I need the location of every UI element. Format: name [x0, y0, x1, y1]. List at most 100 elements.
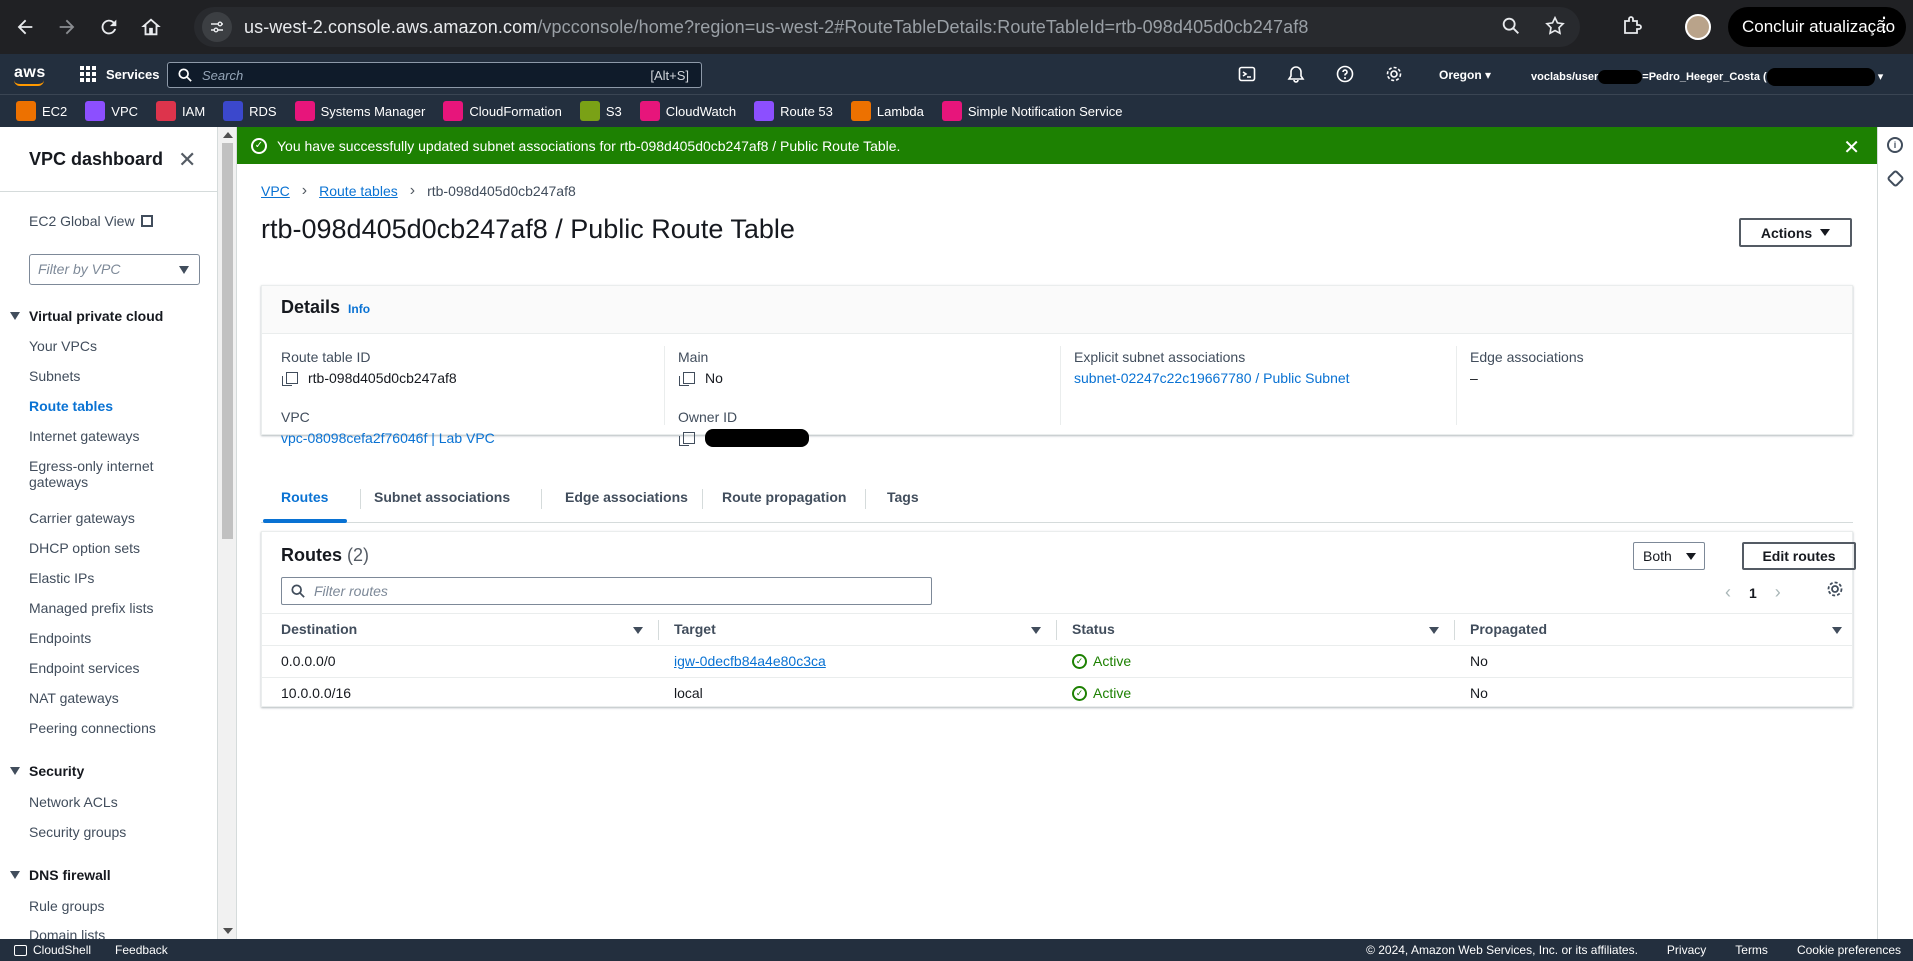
cookie-preferences-link[interactable]: Cookie preferences: [1797, 943, 1901, 957]
sidebar-item-dhcp-option-sets[interactable]: DHCP option sets: [29, 540, 140, 556]
cloudshell-icon[interactable]: [1238, 65, 1256, 83]
vpc-filter-select[interactable]: Filter by VPC: [29, 254, 200, 285]
update-button[interactable]: Concluir atualização ⋮: [1728, 7, 1906, 47]
region-selector[interactable]: Oregon ▾: [1439, 68, 1491, 82]
favorite-ec2[interactable]: EC2: [16, 101, 67, 121]
vpc-link[interactable]: vpc-08098cefa2f76046f | Lab VPC: [281, 430, 495, 446]
sidebar-item-domain-lists[interactable]: Domain lists: [29, 927, 105, 939]
scrollbar-thumb[interactable]: [222, 143, 233, 539]
cloudshell-button[interactable]: CloudShell: [14, 943, 91, 957]
sidebar-item-rule-groups[interactable]: Rule groups: [29, 898, 105, 914]
search-input[interactable]: Search [Alt+S]: [167, 62, 702, 88]
column-header-propagated[interactable]: Propagated: [1470, 621, 1547, 637]
close-icon[interactable]: ✕: [178, 147, 196, 173]
sort-icon[interactable]: [1429, 627, 1439, 634]
favorite-cloudformation[interactable]: CloudFormation: [443, 101, 562, 121]
chevron-right-icon[interactable]: ›: [1775, 582, 1781, 603]
explicit-subnet-link[interactable]: subnet-02247c22c19667780 / Public Subnet: [1074, 370, 1350, 386]
tab-subnet-associations[interactable]: Subnet associations: [374, 489, 510, 505]
sidebar-item-carrier-gateways[interactable]: Carrier gateways: [29, 510, 135, 526]
sidebar-item-internet-gateways[interactable]: Internet gateways: [29, 428, 140, 444]
info-icon[interactable]: i: [1887, 137, 1903, 153]
column-header-status[interactable]: Status: [1072, 621, 1115, 637]
address-bar[interactable]: us-west-2.console.aws.amazon.com/vpccons…: [194, 7, 1580, 47]
sidebar-item-elastic-ips[interactable]: Elastic IPs: [29, 570, 94, 586]
search-shortcut: [Alt+S]: [650, 68, 689, 83]
sort-icon[interactable]: [1832, 627, 1842, 634]
favorite-route-53[interactable]: Route 53: [754, 101, 833, 121]
route-filter-select[interactable]: Both: [1633, 542, 1705, 570]
services-menu[interactable]: Services: [80, 66, 160, 82]
sidebar-item-egress-only-gateways[interactable]: Egress-only internet gateways: [29, 458, 154, 490]
account-menu[interactable]: voclabs/user =Pedro_Heeger_Costa ( ▾: [1531, 68, 1883, 86]
tutorials-icon[interactable]: [1886, 169, 1905, 188]
section-virtual-private-cloud[interactable]: Virtual private cloud: [10, 308, 163, 324]
sidebar-item-security-groups[interactable]: Security groups: [29, 824, 126, 840]
column-header-target[interactable]: Target: [674, 621, 716, 637]
privacy-link[interactable]: Privacy: [1667, 943, 1706, 957]
sidebar-item-route-tables[interactable]: Route tables: [29, 398, 113, 414]
settings-gear-icon[interactable]: [1385, 65, 1403, 83]
kebab-menu-icon[interactable]: ⋮: [1874, 15, 1894, 35]
section-dns-firewall[interactable]: DNS firewall: [10, 867, 111, 883]
reload-button[interactable]: [88, 6, 130, 48]
feedback-link[interactable]: Feedback: [115, 943, 168, 957]
favorite-cloudwatch[interactable]: CloudWatch: [639, 101, 736, 121]
sidebar-item-peering-connections[interactable]: Peering connections: [29, 720, 156, 736]
cell-target-link[interactable]: igw-0decfb84a4e80c3ca: [674, 653, 826, 669]
extensions-icon[interactable]: [1620, 14, 1644, 43]
sidebar-item-endpoint-services[interactable]: Endpoint services: [29, 660, 140, 676]
sidebar-item-network-acls[interactable]: Network ACLs: [29, 794, 118, 810]
close-icon[interactable]: ✕: [1843, 135, 1860, 160]
aws-logo[interactable]: aws: [14, 64, 46, 86]
sidebar-item-endpoints[interactable]: Endpoints: [29, 630, 91, 646]
cell-status: Active: [1093, 685, 1132, 701]
breadcrumb-route-tables[interactable]: Route tables: [319, 183, 398, 199]
sort-icon[interactable]: [633, 627, 643, 634]
page-number[interactable]: 1: [1749, 585, 1757, 601]
tab-routes[interactable]: Routes: [281, 489, 328, 505]
edit-routes-button[interactable]: Edit routes: [1742, 542, 1856, 570]
terms-link[interactable]: Terms: [1735, 943, 1768, 957]
tab-route-propagation[interactable]: Route propagation: [722, 489, 846, 505]
forward-button[interactable]: [46, 6, 88, 48]
notifications-icon[interactable]: [1287, 65, 1305, 83]
scroll-up-icon[interactable]: [223, 132, 233, 138]
sidebar-item-managed-prefix-lists[interactable]: Managed prefix lists: [29, 600, 154, 616]
favorite-lambda[interactable]: Lambda: [850, 101, 924, 121]
tab-edge-associations[interactable]: Edge associations: [565, 489, 688, 505]
favorite-iam[interactable]: IAM: [156, 101, 205, 121]
copy-icon[interactable]: [282, 372, 298, 386]
copy-icon[interactable]: [679, 372, 695, 386]
filter-routes-input[interactable]: Filter routes: [281, 577, 932, 605]
copy-icon[interactable]: [679, 432, 695, 446]
favorite-rds[interactable]: RDS: [223, 101, 277, 121]
help-icon[interactable]: [1336, 65, 1354, 83]
sidebar-item-nat-gateways[interactable]: NAT gateways: [29, 690, 119, 706]
zoom-icon[interactable]: [1500, 15, 1522, 37]
sidebar-item-your-vpcs[interactable]: Your VPCs: [29, 338, 97, 354]
sidebar-scrollbar[interactable]: [218, 127, 237, 939]
sidebar-item-ec2-global-view[interactable]: EC2 Global View: [29, 213, 153, 229]
favorite-simple-notification-service[interactable]: Simple Notification Service: [941, 101, 1122, 121]
breadcrumb-vpc[interactable]: VPC: [261, 183, 290, 199]
bookmark-star-icon[interactable]: [1544, 15, 1566, 37]
favorite-vpc[interactable]: VPC: [85, 101, 138, 121]
chevron-left-icon[interactable]: ‹: [1725, 582, 1731, 603]
favorite-systems-manager[interactable]: Systems Manager: [294, 101, 425, 121]
tab-tags[interactable]: Tags: [887, 489, 919, 505]
scroll-down-icon[interactable]: [223, 928, 233, 934]
actions-button[interactable]: Actions: [1739, 218, 1852, 247]
settings-gear-icon[interactable]: [1826, 580, 1844, 598]
sidebar-item-subnets[interactable]: Subnets: [29, 368, 80, 384]
sidebar-title[interactable]: VPC dashboard: [29, 149, 163, 170]
site-settings-icon[interactable]: [202, 12, 232, 42]
sort-icon[interactable]: [1031, 627, 1041, 634]
home-button[interactable]: [130, 6, 172, 48]
section-security[interactable]: Security: [10, 763, 84, 779]
profile-avatar[interactable]: [1685, 14, 1711, 40]
info-link[interactable]: Info: [348, 302, 370, 316]
favorite-s3[interactable]: S3: [579, 101, 622, 121]
column-header-destination[interactable]: Destination: [281, 621, 357, 637]
back-button[interactable]: [4, 6, 46, 48]
